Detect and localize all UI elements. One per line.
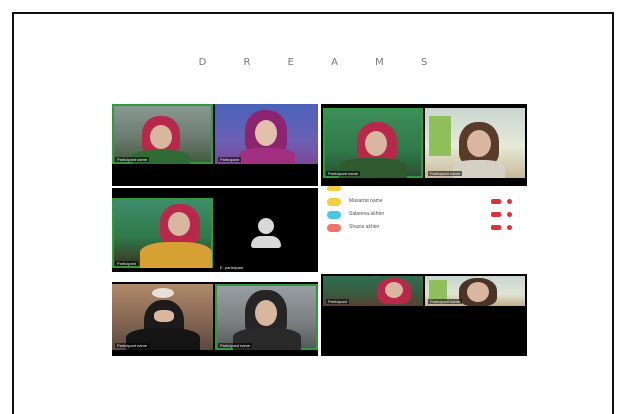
mic-off-icon[interactable] xyxy=(491,199,501,204)
participant-name-label: Participant name xyxy=(218,343,253,348)
video-tile[interactable]: Participant name xyxy=(215,284,318,350)
video-tile[interactable]: Participant name xyxy=(425,276,525,306)
participant-name-label: Participant xyxy=(326,299,349,304)
video-panel-a: Participant name Participant xyxy=(112,104,318,186)
participant-row[interactable]: Masarrat name ⋮ xyxy=(327,196,523,208)
background-window xyxy=(429,116,451,156)
shoulders xyxy=(140,242,212,268)
video-tile[interactable]: Participant name xyxy=(425,108,525,178)
participant-name-label: Participant xyxy=(115,261,138,266)
participant-avatar-dot xyxy=(327,186,341,191)
video-tile[interactable]: Participant name xyxy=(323,108,423,178)
participant-row[interactable]: Sabeena akhter ⋮ xyxy=(327,209,523,221)
face xyxy=(255,300,277,326)
participant-name-label: Participant name xyxy=(115,157,150,162)
participant-avatar-dot xyxy=(327,211,341,219)
participant-name: Sabeena akhter xyxy=(349,211,385,217)
shoulders xyxy=(239,148,295,164)
participant-name: Masarrat name xyxy=(349,198,383,204)
face xyxy=(467,282,489,302)
video-tile[interactable]: Participant xyxy=(323,276,423,306)
face xyxy=(168,212,190,236)
participant-name-label: Participant name xyxy=(428,299,463,304)
more-options-icon[interactable]: ⋮ xyxy=(517,226,522,231)
video-panel-d: Participant name Participant name xyxy=(112,282,318,356)
mic-off-icon[interactable] xyxy=(491,225,501,230)
participant-row[interactable]: Shazia akhter ⋮ xyxy=(327,222,523,234)
face xyxy=(255,120,277,146)
participant-name-label: Participant name xyxy=(115,343,150,348)
face xyxy=(154,310,174,322)
camera-off-icon[interactable] xyxy=(507,199,512,204)
avatar-placeholder-body xyxy=(251,236,281,248)
participant-name-label: Participant xyxy=(218,157,241,162)
face xyxy=(150,125,172,149)
face xyxy=(385,282,403,298)
camera-off-icon[interactable] xyxy=(507,212,512,217)
page-title: D R E A M S xyxy=(198,57,445,68)
more-options-icon[interactable]: ⋮ xyxy=(517,200,522,205)
participant-name-label: Participant name xyxy=(428,171,463,176)
video-panel-c: Participant E. participant xyxy=(112,188,318,272)
mic-off-icon[interactable] xyxy=(491,212,501,217)
participant-name-label: E. participant xyxy=(218,265,246,270)
video-tile[interactable]: Participant name xyxy=(112,104,213,164)
face xyxy=(365,131,387,156)
participant-avatar-dot xyxy=(327,224,341,232)
video-tile[interactable]: Participant xyxy=(215,104,318,164)
participant-name: Shazia akhter xyxy=(349,224,380,230)
video-panel-b: Participant name Participant name xyxy=(321,104,527,186)
more-options-icon[interactable]: ⋮ xyxy=(517,213,522,218)
video-panel-e: Participant Participant name xyxy=(321,274,527,356)
participant-avatar-dot xyxy=(327,198,341,206)
video-tile[interactable]: Participant xyxy=(112,198,213,268)
avatar-placeholder-icon xyxy=(258,218,274,234)
participant-name-label: Participant name xyxy=(326,171,361,176)
ceiling-light xyxy=(152,288,174,298)
video-tile-camera-off[interactable]: E. participant xyxy=(215,188,318,272)
face xyxy=(467,130,491,157)
video-tile[interactable]: Participant name xyxy=(112,284,213,350)
camera-off-icon[interactable] xyxy=(507,225,512,230)
participants-list: Masarrat name ⋮ Sabeena akhter ⋮ Shazia … xyxy=(321,186,527,274)
